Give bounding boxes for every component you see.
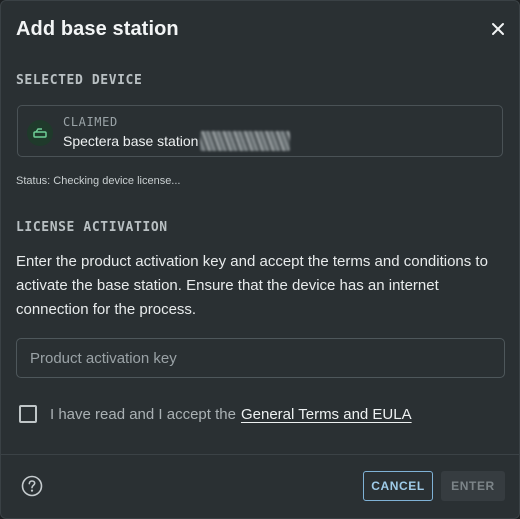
enter-button[interactable]: ENTER [441,471,505,501]
device-status-badge: CLAIMED [63,115,118,129]
selected-device-label: SELECTED DEVICE [16,73,143,88]
add-base-station-dialog: Add base station SELECTED DEVICE CLAIMED… [0,0,520,519]
footer-divider [1,454,519,455]
device-name: Spectera base station [63,131,291,151]
help-circle-icon [21,475,43,497]
terms-text: I have read and I accept the [50,405,236,423]
help-button[interactable] [21,475,43,497]
terms-link[interactable]: General Terms and EULA [241,406,412,423]
device-status-line: Status: Checking device license... [16,175,181,187]
cancel-button[interactable]: CANCEL [363,471,433,501]
activation-key-field [16,338,505,378]
license-instructions: Enter the product activation key and acc… [16,253,488,318]
dialog-title: Add base station [16,18,179,40]
license-activation-label: LICENSE ACTIVATION [16,220,168,235]
redacted-serial [200,131,291,151]
activation-key-input[interactable] [17,339,504,377]
selected-device-card: CLAIMED Spectera base station [17,105,503,157]
terms-row: I have read and I accept the General Ter… [19,405,412,423]
close-button[interactable] [487,18,509,40]
device-name-text: Spectera base station [63,133,199,149]
close-icon [492,23,504,35]
terms-checkbox[interactable] [19,405,37,423]
base-station-icon [27,120,53,146]
